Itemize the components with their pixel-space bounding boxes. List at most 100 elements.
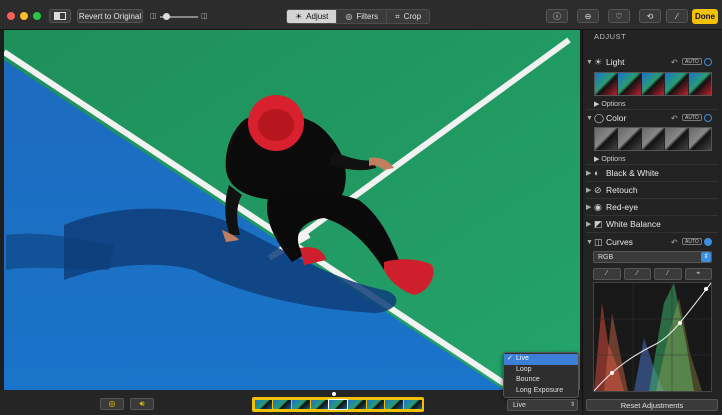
color-auto-button[interactable]: AUTO [682, 114, 702, 121]
add-point-button[interactable]: ⌖ [684, 268, 712, 280]
menu-item-live[interactable]: Live [504, 354, 578, 365]
live-photo-toggle-button[interactable]: ◎ [100, 398, 124, 410]
color-circle-icon: ◯ [594, 112, 605, 123]
color-section-header[interactable]: ▼ ◯ Color ↶ AUTO [582, 110, 722, 126]
disclosure-closed-icon: ▶ [586, 187, 592, 194]
black-point-picker-button[interactable]: ⁄ [593, 268, 621, 280]
more-icon: ⊖ [584, 11, 592, 21]
tab-filters-label: Filters [356, 12, 379, 21]
crosshair-icon: ⌖ [696, 270, 701, 277]
more-button[interactable]: ⊖ [577, 9, 599, 23]
sun-icon: ☀ [295, 12, 303, 21]
magic-wand-icon: ⁄ [676, 11, 678, 21]
red-eye-section[interactable]: ▶ ◉ Red-eye [582, 199, 722, 215]
sun-icon: ☀ [594, 56, 603, 67]
sound-toggle-button[interactable]: 🔊︎ [130, 398, 154, 410]
toolbar: Revert to Original ◫ ◫ ☀ Adjust ◎ Filter… [0, 0, 722, 30]
light-auto-button[interactable]: AUTO [682, 58, 702, 65]
reset-adjustments-button[interactable]: Reset Adjustments [586, 399, 718, 411]
light-options-label: Options [601, 101, 626, 108]
disclosure-closed-icon: ▶ [586, 204, 592, 211]
tab-crop-label: Crop [403, 12, 422, 21]
compare-icon [54, 12, 66, 20]
court-photo [4, 30, 580, 390]
color-toggle[interactable] [704, 114, 712, 122]
disclosure-open-icon: ▼ [586, 238, 593, 246]
light-options-row[interactable]: ▶ Options [594, 100, 625, 108]
color-label: Color [606, 113, 627, 123]
white-balance-label: White Balance [606, 219, 661, 229]
minimize-window-button[interactable] [20, 12, 28, 20]
tab-crop[interactable]: ⌗ Crop [387, 10, 430, 23]
enhance-button[interactable]: ⁄ [666, 9, 688, 23]
zoom-slider-knob[interactable] [163, 13, 170, 20]
rotate-button[interactable]: ⟲ [639, 9, 661, 23]
retouch-label: Retouch [606, 185, 638, 195]
light-label: Light [606, 57, 625, 67]
curves-channel-value: RGB [598, 254, 614, 261]
edit-mode-tabs: ☀ Adjust ◎ Filters ⌗ Crop [286, 9, 431, 24]
chevron-updown-icon: ⇕ [701, 252, 711, 262]
undo-icon[interactable]: ↶ [671, 238, 678, 247]
live-photo-frame-strip[interactable] [252, 397, 424, 412]
menu-item-long-exposure[interactable]: Long Exposure [504, 386, 578, 397]
curves-toggle[interactable] [704, 238, 712, 246]
before-after-toggle-button[interactable] [49, 9, 71, 23]
rotate-icon: ⟲ [646, 11, 654, 21]
menu-item-loop[interactable]: Loop [504, 365, 578, 376]
live-effect-menu: Live Loop Bounce Long Exposure [503, 352, 579, 398]
disclosure-closed-icon: ▶ [594, 156, 600, 163]
done-button[interactable]: Done [692, 9, 718, 24]
white-balance-icon: ◩ [594, 218, 603, 229]
eye-icon: ◉ [594, 201, 602, 212]
live-effect-value: Live [513, 402, 526, 409]
live-photo-icon: ◎ [108, 399, 116, 408]
eyedropper-icon: ⁄ [606, 270, 608, 277]
photo-canvas[interactable] [4, 30, 580, 390]
live-effect-select[interactable]: Live ⇕ [507, 399, 578, 411]
white-point-picker-button[interactable]: ⁄ [654, 268, 682, 280]
undo-icon[interactable]: ↶ [671, 114, 678, 123]
undo-icon[interactable]: ↶ [671, 58, 678, 67]
tab-adjust[interactable]: ☀ Adjust [287, 10, 338, 23]
zoom-out-icon[interactable]: ◫ [150, 12, 157, 20]
sidebar-header: ADJUST [594, 32, 627, 41]
disclosure-open-icon: ▼ [586, 114, 593, 122]
curves-pickers: ⁄ ⁄ ⁄ ⌖ [593, 268, 712, 280]
zoom-in-icon[interactable]: ◫ [201, 12, 208, 20]
window-controls [7, 12, 41, 20]
heart-icon: ♡ [615, 11, 623, 21]
curves-icon: ◫ [594, 236, 603, 247]
light-section-header[interactable]: ▼ ☀ Light ↶ AUTO [582, 54, 722, 70]
red-eye-label: Red-eye [606, 202, 639, 212]
info-button[interactable]: ⓘ [546, 9, 568, 23]
black-white-section[interactable]: ▶ ◐ Black & White [582, 165, 722, 181]
gray-point-picker-button[interactable]: ⁄ [623, 268, 651, 280]
black-white-label: Black & White [606, 168, 659, 178]
revert-to-original-button[interactable]: Revert to Original [77, 9, 143, 23]
disclosure-closed-icon: ▶ [594, 101, 600, 108]
tab-filters[interactable]: ◎ Filters [337, 10, 388, 23]
eyedropper-icon: ⁄ [667, 270, 669, 277]
disclosure-closed-icon: ▶ [586, 170, 592, 177]
close-window-button[interactable] [7, 12, 15, 20]
curves-graph [593, 282, 712, 392]
curves-histogram[interactable] [593, 282, 712, 392]
disclosure-open-icon: ▼ [586, 58, 593, 66]
color-thumbnail-strip[interactable] [594, 127, 712, 151]
retouch-section[interactable]: ▶ ⊘ Retouch [582, 182, 722, 198]
favorite-button[interactable]: ♡ [608, 9, 630, 23]
light-toggle[interactable] [704, 58, 712, 66]
light-thumbnail-strip[interactable] [594, 72, 712, 96]
crop-icon: ⌗ [395, 11, 400, 21]
tab-adjust-label: Adjust [306, 12, 329, 21]
curves-channel-select[interactable]: RGB ⇕ [593, 251, 712, 263]
bandage-icon: ⊘ [594, 184, 602, 195]
color-options-row[interactable]: ▶ Options [594, 155, 625, 163]
speaker-icon: 🔊︎ [139, 399, 145, 408]
curves-auto-button[interactable]: AUTO [682, 238, 702, 245]
zoom-window-button[interactable] [33, 12, 41, 20]
curves-section-header[interactable]: ▼ ◫ Curves ↶ AUTO [582, 234, 722, 250]
menu-item-bounce[interactable]: Bounce [504, 375, 578, 386]
white-balance-section[interactable]: ▶ ◩ White Balance [582, 216, 722, 232]
